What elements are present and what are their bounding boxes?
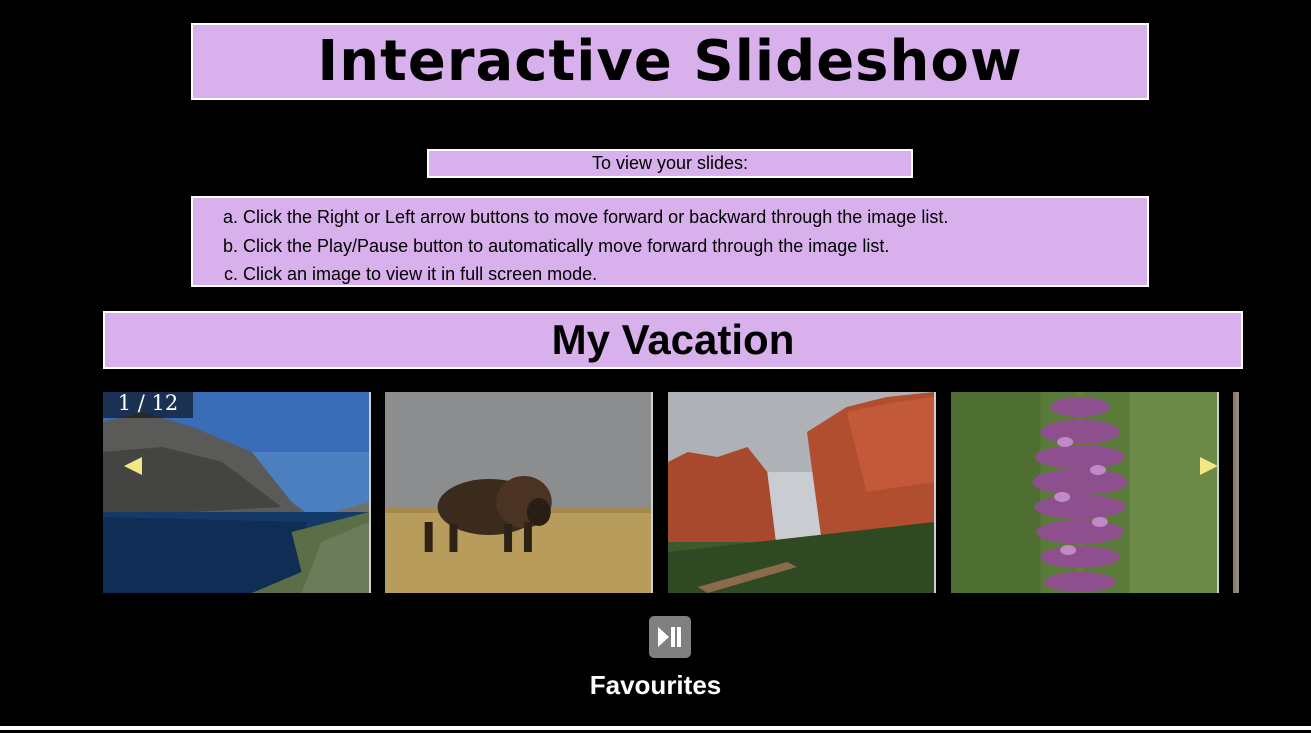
intro-banner: To view your slides: [427, 149, 913, 178]
slide-counter: 1 / 12 [103, 391, 193, 418]
image-carousel[interactable] [103, 392, 1239, 593]
intro-text: To view your slides: [591, 153, 749, 173]
play-pause-button[interactable] [649, 616, 691, 658]
divider [0, 726, 1311, 730]
favourites-heading: Favourites [589, 670, 722, 700]
instruction-item: Click an image to view it in full screen… [243, 260, 1147, 289]
slide-image-red-rocks[interactable] [668, 392, 936, 593]
previous-slide-button[interactable] [122, 455, 144, 477]
left-triangle-icon [124, 457, 142, 475]
page-title: Interactive Slideshow [317, 29, 1023, 94]
slide-image-mountain-lake[interactable] [103, 392, 371, 593]
slide-image-bison[interactable] [385, 392, 653, 593]
instruction-item: Click the Right or Left arrow buttons to… [243, 203, 1147, 232]
page: Interactive Slideshow To view your slide… [0, 0, 1311, 733]
slide-image-next[interactable] [1233, 392, 1239, 593]
slide-image-wildflower[interactable] [951, 392, 1219, 593]
next-slide-button[interactable] [1198, 455, 1220, 477]
right-triangle-icon [1200, 457, 1218, 475]
instructions-panel: Click the Right or Left arrow buttons to… [191, 196, 1149, 287]
album-title: My Vacation [551, 316, 795, 363]
album-banner: My Vacation [103, 311, 1243, 369]
play-pause-icon [658, 627, 681, 647]
title-banner: Interactive Slideshow [191, 23, 1149, 100]
instructions-list: Click the Right or Left arrow buttons to… [193, 198, 1147, 289]
instruction-item: Click the Play/Pause button to automatic… [243, 232, 1147, 261]
